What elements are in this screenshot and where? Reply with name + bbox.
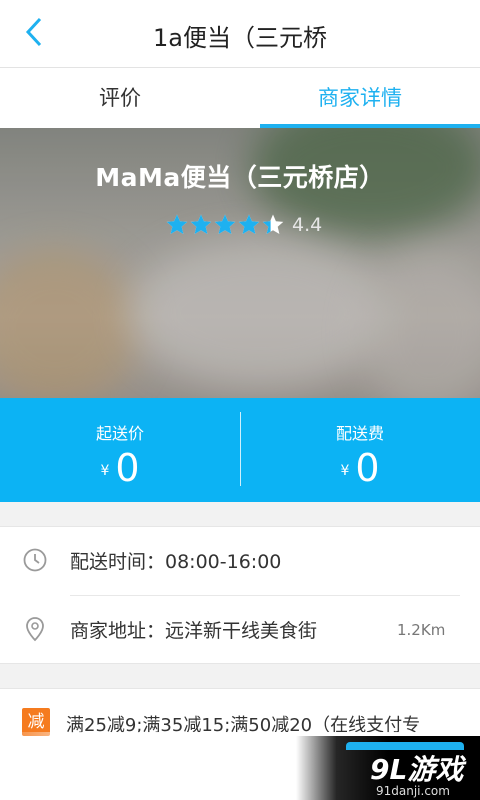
location-pin-icon bbox=[26, 617, 44, 642]
star-icon bbox=[166, 214, 188, 234]
min-order-amount: 0 bbox=[115, 446, 140, 490]
delivery-fee-label: 配送费 bbox=[335, 424, 384, 443]
rating-value: 4.4 bbox=[292, 214, 323, 236]
hours-row: 配送时间：08:00-16:00 bbox=[0, 527, 480, 596]
min-order-label: 起送价 bbox=[95, 424, 144, 443]
delivery-fee-value: ¥0 bbox=[240, 446, 480, 490]
min-order-block: 起送价 ¥0 bbox=[0, 398, 240, 502]
watermark-logo: 9L游戏 bbox=[370, 753, 464, 786]
store-header: MaMa便当（三元桥店） 4.4 bbox=[0, 128, 480, 398]
star-icon bbox=[262, 214, 284, 234]
delivery-fee-block: 配送费 ¥0 bbox=[240, 398, 480, 502]
nav-bar: 1a便当（三元桥 bbox=[0, 0, 480, 68]
star-icon bbox=[238, 214, 260, 234]
rating-stars bbox=[165, 212, 285, 238]
tab-store-details[interactable]: 商家详情 bbox=[240, 68, 480, 128]
star-icon bbox=[190, 214, 212, 234]
fee-bar: 起送价 ¥0 配送费 ¥0 bbox=[0, 398, 480, 502]
currency-symbol: ¥ bbox=[340, 462, 350, 479]
watermark-url: 91danji.com bbox=[376, 784, 450, 798]
store-address: 商家地址：远洋新干线美食街 bbox=[70, 620, 318, 642]
store-info: 配送时间：08:00-16:00 商家地址：远洋新干线美食街 1.2Km bbox=[0, 526, 480, 664]
delivery-fee-amount: 0 bbox=[355, 446, 380, 490]
delivery-hours: 配送时间：08:00-16:00 bbox=[70, 551, 282, 573]
distance: 1.2Km bbox=[397, 621, 446, 639]
clock-icon bbox=[23, 548, 47, 572]
address-row[interactable]: 商家地址：远洋新干线美食街 1.2Km bbox=[0, 596, 480, 664]
tab-reviews[interactable]: 评价 bbox=[0, 68, 240, 128]
store-name: MaMa便当（三元桥店） bbox=[95, 163, 385, 192]
tab-bar: 评价 商家详情 bbox=[0, 68, 480, 128]
page-title: 1a便当（三元桥 bbox=[153, 24, 327, 52]
currency-symbol: ¥ bbox=[100, 462, 110, 479]
min-order-value: ¥0 bbox=[0, 446, 240, 490]
star-icon bbox=[214, 214, 236, 234]
